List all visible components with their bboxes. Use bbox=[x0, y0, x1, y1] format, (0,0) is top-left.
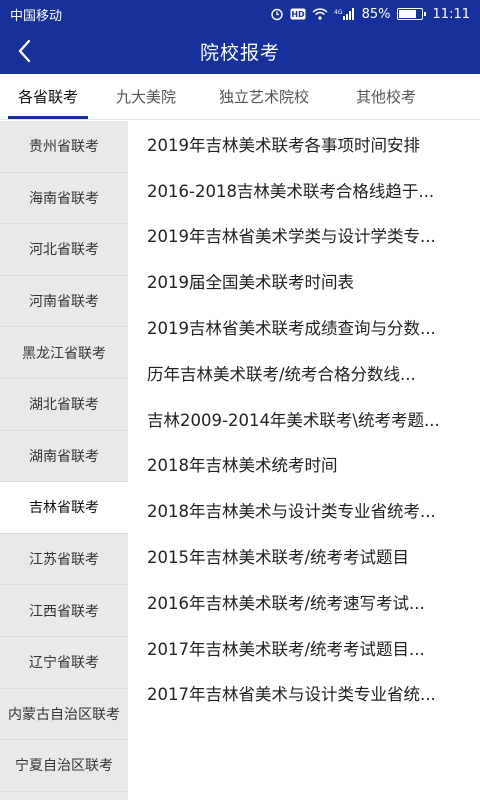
list-item[interactable]: 2018年吉林美术统考时间 bbox=[128, 442, 480, 488]
back-button[interactable] bbox=[4, 28, 44, 74]
sidebar-item-guizhou[interactable]: 贵州省联考 bbox=[0, 121, 128, 173]
wifi-icon bbox=[312, 8, 328, 20]
sidebar-item-hunan[interactable]: 湖南省联考 bbox=[0, 431, 128, 483]
sidebar-item-hebei[interactable]: 河北省联考 bbox=[0, 224, 128, 276]
carrier-label: 中国移动 bbox=[10, 8, 63, 24]
signal-icon: 4G bbox=[334, 8, 356, 20]
battery-icon bbox=[396, 8, 426, 20]
sidebar-item-hubei[interactable]: 湖北省联考 bbox=[0, 379, 128, 431]
page-title: 院校报考 bbox=[199, 41, 280, 64]
list-item[interactable]: 2019吉林省美术联考成绩查询与分数... bbox=[128, 304, 480, 350]
svg-text:HD: HD bbox=[291, 10, 305, 19]
list-item[interactable]: 2017年吉林省美术与设计类专业省统... bbox=[128, 671, 480, 717]
list-item[interactable]: 2019年吉林美术联考各事项时间安排 bbox=[128, 121, 480, 167]
sidebar-item-jiangsu[interactable]: 江苏省联考 bbox=[0, 534, 128, 586]
sidebar-item-henan[interactable]: 河南省联考 bbox=[0, 276, 128, 328]
tab-independent-art-schools[interactable]: 独立艺术院校 bbox=[196, 74, 332, 119]
article-list: 2019年吉林美术联考各事项时间安排 2016-2018吉林美术联考合格线趋于.… bbox=[128, 121, 480, 800]
status-bar: 中国移动 HD 4G 85% 11:11 bbox=[0, 0, 480, 28]
article-title: 2016-2018吉林美术联考合格线趋于... bbox=[147, 181, 435, 201]
article-title: 2019年吉林美术联考各事项时间安排 bbox=[147, 135, 420, 155]
article-title: 历年吉林美术联考/统考合格分数线... bbox=[147, 364, 416, 384]
article-title: 2017年吉林省美术与设计类专业省统... bbox=[147, 685, 436, 705]
article-title: 2019年吉林省美术学类与设计学类专... bbox=[147, 227, 436, 247]
tab-label: 各省联考 bbox=[17, 88, 78, 106]
network-label: 4G bbox=[334, 9, 343, 16]
list-item[interactable]: 吉林2009-2014年美术联考\统考考题... bbox=[128, 396, 480, 442]
tab-label: 其他校考 bbox=[355, 88, 416, 106]
article-title: 2018年吉林美术统考时间 bbox=[147, 456, 338, 476]
list-item[interactable]: 2015年吉林美术联考/统考考试题目 bbox=[128, 533, 480, 579]
list-item[interactable]: 历年吉林美术联考/统考合格分数线... bbox=[128, 350, 480, 396]
list-item[interactable]: 2016年吉林美术联考/统考速写考试... bbox=[128, 579, 480, 625]
tab-nine-academies[interactable]: 九大美院 bbox=[96, 74, 196, 119]
tab-label: 独立艺术院校 bbox=[218, 88, 309, 106]
sidebar-item-ningxia[interactable]: 宁夏自治区联考 bbox=[0, 740, 128, 792]
battery-percent: 85% bbox=[361, 6, 391, 22]
sidebar-item-jiangxi[interactable]: 江西省联考 bbox=[0, 585, 128, 637]
sidebar-item-liaoning[interactable]: 辽宁省联考 bbox=[0, 637, 128, 689]
chevron-left-icon bbox=[18, 39, 31, 63]
list-item[interactable]: 2019年吉林省美术学类与设计学类专... bbox=[128, 213, 480, 259]
article-title: 2018年吉林美术与设计类专业省统考... bbox=[147, 502, 436, 522]
alarm-icon bbox=[270, 7, 284, 21]
sidebar-item-heilongjiang[interactable]: 黑龙江省联考 bbox=[0, 327, 128, 379]
sidebar-item-hainan[interactable]: 海南省联考 bbox=[0, 173, 128, 225]
list-item[interactable]: 2019届全国美术联考时间表 bbox=[128, 258, 480, 304]
article-title: 2019吉林省美术联考成绩查询与分数... bbox=[147, 319, 436, 339]
list-item[interactable]: 2017年吉林美术联考/统考考试题目... bbox=[128, 625, 480, 671]
tab-provincial-exam[interactable]: 各省联考 bbox=[0, 74, 96, 119]
list-item[interactable]: 2016-2018吉林美术联考合格线趋于... bbox=[128, 167, 480, 213]
hd-icon: HD bbox=[290, 8, 306, 20]
tab-label: 九大美院 bbox=[115, 88, 176, 106]
status-icons: HD 4G 85% 11:11 bbox=[270, 7, 470, 22]
tab-other-school-exams[interactable]: 其他校考 bbox=[332, 74, 440, 119]
title-bar: 院校报考 bbox=[0, 28, 480, 74]
article-title: 吉林2009-2014年美术联考\统考考题... bbox=[147, 410, 440, 430]
article-title: 2015年吉林美术联考/统考考试题目 bbox=[147, 548, 410, 568]
article-title: 2019届全国美术联考时间表 bbox=[147, 273, 354, 293]
article-title: 2017年吉林美术联考/统考考试题目... bbox=[147, 639, 425, 659]
clock: 11:11 bbox=[432, 6, 470, 22]
list-item[interactable]: 2018年吉林美术与设计类专业省统考... bbox=[128, 487, 480, 533]
province-sidebar: 贵州省联考 海南省联考 河北省联考 河南省联考 黑龙江省联考 湖北省联考 湖南省… bbox=[0, 121, 128, 800]
sidebar-item-inner-mongolia[interactable]: 内蒙古自治区联考 bbox=[0, 689, 128, 741]
tab-bar: 各省联考 九大美院 独立艺术院校 其他校考 bbox=[0, 74, 480, 120]
sidebar-item-jilin[interactable]: 吉林省联考 bbox=[0, 482, 128, 534]
article-title: 2016年吉林美术联考/统考速写考试... bbox=[147, 593, 425, 613]
